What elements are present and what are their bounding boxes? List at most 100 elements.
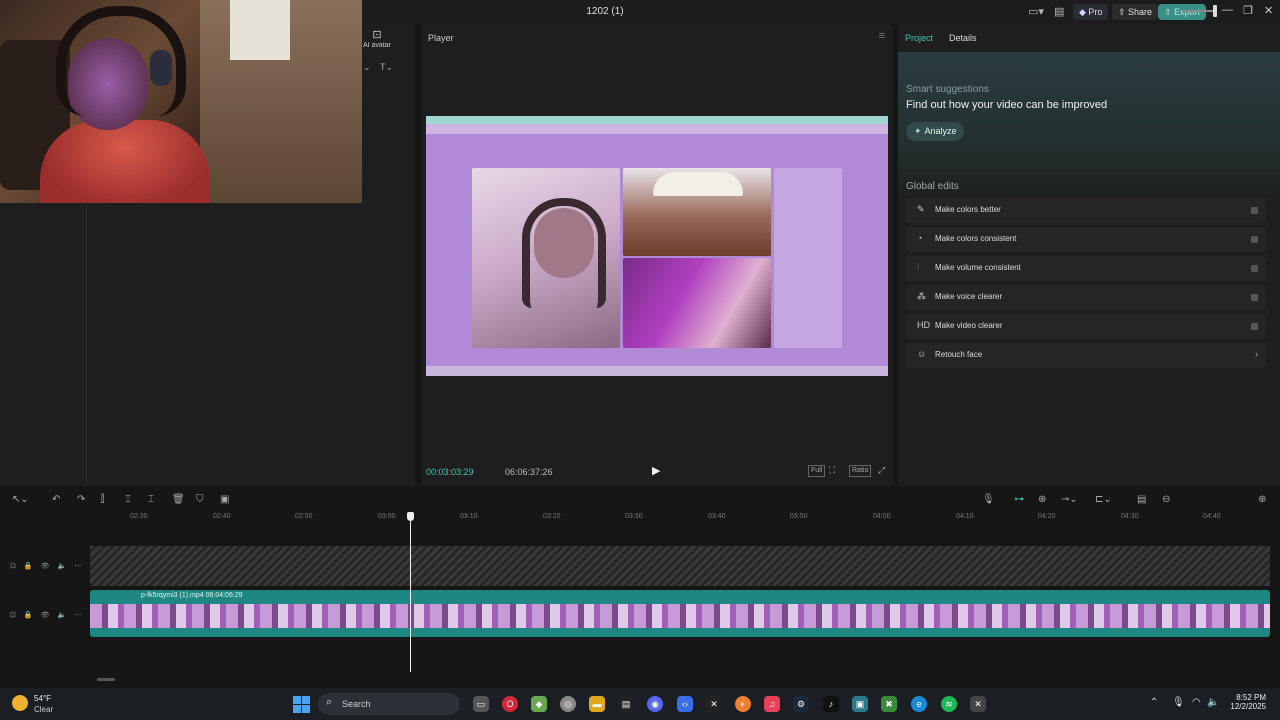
file-explorer-icon[interactable]: ▬ xyxy=(589,696,605,712)
tab-details[interactable]: Details xyxy=(949,33,977,43)
color-sync-icon: ◔ xyxy=(917,233,923,243)
screenshot-icon[interactable]: ⛶ xyxy=(829,465,835,476)
eye-icon[interactable]: 👁 xyxy=(41,563,50,570)
edit-row-make-colors-better[interactable]: ✎ Make colors better xyxy=(906,198,1266,223)
play-icon[interactable]: ▶ xyxy=(652,464,660,477)
ruler-tick: 04:00 xyxy=(873,513,891,520)
edit-toggle[interactable] xyxy=(1251,236,1258,243)
windows-start-icon[interactable] xyxy=(293,696,310,713)
firefox-icon[interactable]: ◐ xyxy=(735,696,751,712)
layout-icon[interactable]: ▭▾ xyxy=(1028,5,1044,19)
capcut-active-icon[interactable]: ✕ xyxy=(970,696,986,712)
thumbnail-icon[interactable]: ▣ xyxy=(220,494,229,505)
eye-icon[interactable]: 👁 xyxy=(41,612,50,619)
steam-icon[interactable]: ⚙ xyxy=(793,696,809,712)
capcut-icon[interactable]: ✕ xyxy=(706,696,722,712)
microphone-tray-icon[interactable]: 🎙 xyxy=(1172,697,1185,708)
track-thumbnail-icon[interactable]: ⊡ xyxy=(10,563,16,570)
speaker-icon[interactable]: 🔈 xyxy=(57,612,66,619)
full-button[interactable]: Full xyxy=(808,465,826,477)
opera-icon[interactable]: O xyxy=(502,696,518,712)
playhead-handle[interactable] xyxy=(407,512,414,521)
zoom-slider-track[interactable] xyxy=(1183,10,1217,12)
discord-icon[interactable]: ◉ xyxy=(647,696,663,712)
task-view-icon[interactable]: ▭ xyxy=(473,696,489,712)
terminal-icon[interactable]: ▤ xyxy=(618,696,634,712)
text-format-icon[interactable]: T⌄ xyxy=(380,62,393,73)
timeline-scrollbar[interactable] xyxy=(97,678,115,681)
volume-icon[interactable]: 🔈 xyxy=(1207,697,1219,708)
more-icon[interactable]: ⋯ xyxy=(74,612,81,619)
taskbar-search[interactable]: ⌕ Search xyxy=(318,693,460,715)
store-icon[interactable]: ▣ xyxy=(852,696,868,712)
minecraft-icon[interactable]: ◆ xyxy=(531,696,547,712)
marker-icon[interactable]: ⛉ xyxy=(196,494,204,505)
window-title: 1202 (1) xyxy=(586,6,624,17)
lock-icon[interactable]: 🔒 xyxy=(24,612,33,619)
tiktok-icon[interactable]: ♪ xyxy=(823,696,839,712)
chrome-icon[interactable]: ◎ xyxy=(560,696,576,712)
edit-toggle[interactable] xyxy=(1251,265,1258,272)
main-track-magnet-icon[interactable]: ⊶ xyxy=(1014,494,1024,505)
auto-snap-icon[interactable]: ⊕ xyxy=(1038,494,1046,505)
chevron-up-icon[interactable]: ⌃ xyxy=(1150,697,1158,708)
music-icon[interactable]: ♫ xyxy=(764,696,780,712)
edit-row-make-video-clearer[interactable]: HD Make video clearer xyxy=(906,314,1266,339)
empty-track[interactable] xyxy=(90,546,1270,586)
edit-row-retouch-face[interactable]: ☺ Retouch face › xyxy=(906,343,1266,368)
split-icon[interactable]: ⫿ xyxy=(101,494,104,505)
weather-moon-icon xyxy=(12,695,28,711)
edit-toggle[interactable] xyxy=(1251,323,1258,330)
delete-icon[interactable]: 🗑 xyxy=(172,494,185,505)
fullscreen-icon[interactable]: ⤢ xyxy=(878,465,885,476)
zoom-slider-handle[interactable] xyxy=(1213,5,1217,17)
undo-icon[interactable]: ↶ xyxy=(52,494,60,505)
edit-label: Make volume consistent xyxy=(935,263,1021,272)
minimize-icon[interactable]: — xyxy=(1222,4,1233,16)
preview-tile-2 xyxy=(623,168,771,256)
menu-icon[interactable]: ≡ xyxy=(879,30,885,42)
video-clip[interactable]: p-fk5rqymi3 (1).mp4 06:04:06:29 xyxy=(90,590,1270,637)
edit-row-make-volume-consistent[interactable]: ⫶ Make volume consistent xyxy=(906,256,1266,281)
redo-icon[interactable]: ↷ xyxy=(77,494,85,505)
lock-icon[interactable]: 🔒 xyxy=(24,563,33,570)
track-thumbnail-icon[interactable]: ⊡ xyxy=(10,612,16,619)
edit-row-make-voice-clearer[interactable]: ⁂ Make voice clearer xyxy=(906,285,1266,310)
restore-icon[interactable]: ❐ xyxy=(1243,4,1253,17)
chevron-down-icon[interactable]: ⌄ xyxy=(363,62,371,73)
edit-toggle[interactable] xyxy=(1251,294,1258,301)
trim-left-icon[interactable]: ⌶ xyxy=(125,494,131,505)
ruler-tick: 03:10 xyxy=(460,513,478,520)
xbox-icon[interactable]: ✖ xyxy=(881,696,897,712)
spotify-icon[interactable]: ≋ xyxy=(941,696,957,712)
timeline-ruler[interactable]: 02:30 02:40 02:50 03:00 03:10 03:20 03:3… xyxy=(90,510,1280,526)
system-clock[interactable]: 8:52 PM 12/2/2025 xyxy=(1226,693,1266,711)
share-button[interactable]: ⇪ Share xyxy=(1112,4,1159,20)
zoom-out-icon[interactable]: ⊖ xyxy=(1162,494,1170,505)
link-icon[interactable]: ⊸⌄ xyxy=(1061,494,1078,505)
edge-icon[interactable]: e xyxy=(911,696,927,712)
trim-right-icon[interactable]: ⌶ xyxy=(148,494,154,505)
pro-button[interactable]: ◆ Pro xyxy=(1073,4,1109,20)
vscode-icon[interactable]: ‹› xyxy=(677,696,693,712)
edit-row-make-colors-consistent[interactable]: ◔ Make colors consistent xyxy=(906,227,1266,252)
analyze-button[interactable]: ✦ Analyze xyxy=(906,122,964,141)
export-button[interactable]: ⇧ Export xyxy=(1158,4,1207,20)
speaker-icon[interactable]: 🔈 xyxy=(57,563,66,570)
chevron-right-icon: › xyxy=(1255,349,1258,359)
video-preview[interactable] xyxy=(426,116,888,376)
zoom-in-icon[interactable]: ⊕ xyxy=(1258,494,1266,505)
more-icon[interactable]: ⋯ xyxy=(74,563,81,570)
select-tool-icon[interactable]: ↖⌄ xyxy=(12,494,29,505)
ratio-button[interactable]: Ratio xyxy=(849,465,872,477)
wifi-icon[interactable]: ◠ xyxy=(1192,697,1201,708)
shortcut-icon[interactable]: ▤ xyxy=(1054,5,1064,19)
preview-axis-icon[interactable]: ⊏⌄ xyxy=(1095,494,1112,505)
edit-toggle[interactable] xyxy=(1251,207,1258,214)
ai-avatar-tab[interactable]: ⊡ AI avatar xyxy=(362,28,392,49)
close-icon[interactable]: ✕ xyxy=(1264,4,1273,17)
playhead[interactable] xyxy=(410,512,411,672)
microphone-icon[interactable]: 🎙 xyxy=(982,494,995,505)
tab-project[interactable]: Project xyxy=(905,33,933,43)
captions-icon[interactable]: ▤ xyxy=(1137,494,1146,505)
